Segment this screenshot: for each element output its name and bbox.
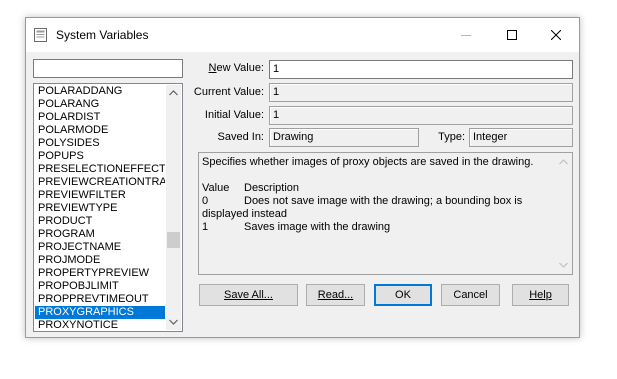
initial-value-field: 1	[269, 106, 573, 125]
scroll-down-button[interactable]	[166, 314, 181, 330]
maximize-icon	[507, 30, 517, 40]
list-item[interactable]: PROJMODE	[35, 254, 165, 267]
read-button[interactable]: Read...	[306, 284, 365, 306]
ok-label: OK	[395, 289, 411, 301]
description-text: Specifies whether images of proxy object…	[202, 156, 552, 234]
saved-in-label: Saved In:	[217, 131, 264, 143]
scroll-up-button[interactable]	[166, 85, 181, 101]
chevron-down-icon	[169, 319, 178, 325]
description-row0-continued: displayed instead	[202, 208, 288, 220]
list-item[interactable]: POLARMODE	[35, 124, 165, 137]
type-label: Type:	[438, 131, 465, 143]
read-label: Read...	[317, 289, 354, 301]
description-row0-desc: Does not save image with the drawing; a …	[244, 195, 523, 207]
list-item[interactable]: PRODUCT	[35, 215, 165, 228]
list-item[interactable]: POLARDIST	[35, 111, 165, 124]
current-value-label: Current Value:	[193, 86, 264, 98]
list-item[interactable]: PROPERTYPREVIEW	[35, 267, 165, 280]
title-bar: System Variables	[26, 18, 579, 52]
list-item[interactable]: PROPPREVTIMEOUT	[35, 293, 165, 306]
close-icon	[551, 30, 561, 40]
type-field: Integer	[469, 128, 573, 147]
list-item[interactable]: PROJECTNAME	[35, 241, 165, 254]
close-button[interactable]	[533, 18, 579, 52]
window-title: System Variables	[56, 28, 149, 42]
save-all-label: Save All...	[224, 289, 273, 301]
filter-input[interactable]	[33, 59, 183, 78]
list-item[interactable]: PROXYGRAPHICS	[35, 306, 165, 319]
system-variables-dialog: System Variables POLARADDANG POLARANG POLA…	[25, 17, 580, 338]
chevron-down-icon	[559, 262, 568, 268]
description-row1-desc: Saves image with the drawing	[244, 221, 391, 233]
cancel-button[interactable]: Cancel	[441, 284, 500, 306]
chevron-up-icon	[169, 90, 178, 96]
variable-list-scrollbar[interactable]	[166, 85, 181, 330]
list-item[interactable]: POLARADDANG	[35, 85, 165, 98]
saved-in-field: Drawing	[269, 128, 419, 147]
description-row0-value: 0	[202, 195, 209, 207]
save-all-button[interactable]: Save All...	[199, 284, 298, 306]
variable-list[interactable]: POLARADDANG POLARANG POLARDIST POLARMODE POL…	[33, 83, 183, 332]
list-item[interactable]: PROPOBJLIMIT	[35, 280, 165, 293]
list-item[interactable]: POLYSIDES	[35, 137, 165, 150]
description-box[interactable]: Specifies whether images of proxy object…	[198, 152, 573, 275]
list-item[interactable]: PROXYNOTICE	[35, 319, 165, 331]
maximize-button[interactable]	[489, 18, 535, 52]
new-value-input[interactable]: 1	[269, 60, 573, 79]
app-icon	[34, 28, 47, 42]
help-label: Help	[529, 289, 552, 301]
minimize-icon	[461, 35, 471, 36]
description-header-value: Value	[202, 182, 230, 194]
scroll-thumb[interactable]	[167, 232, 180, 248]
help-button[interactable]: Help	[512, 284, 569, 306]
description-header-desc: Description	[244, 182, 300, 194]
variable-list-items: POLARADDANG POLARANG POLARDIST POLARMODE POL…	[35, 85, 165, 331]
chevron-up-icon	[559, 159, 568, 165]
current-value-field: 1	[269, 83, 573, 102]
description-summary: Specifies whether images of proxy object…	[202, 156, 534, 168]
list-item[interactable]: PREVIEWCREATIONTRA	[35, 176, 165, 189]
cancel-label: Cancel	[453, 289, 488, 301]
list-item[interactable]: PREVIEWTYPE	[35, 202, 165, 215]
minimize-button[interactable]	[443, 18, 489, 52]
list-item[interactable]: POPUPS	[35, 150, 165, 163]
initial-value-label: Initial Value:	[204, 109, 264, 121]
new-value-label: New Value:	[208, 62, 264, 74]
list-item[interactable]: PREVIEWFILTER	[35, 189, 165, 202]
list-item[interactable]: POLARANG	[35, 98, 165, 111]
description-scrollbar[interactable]	[556, 154, 571, 273]
description-row1-value: 1	[202, 221, 209, 233]
list-item[interactable]: PROGRAM	[35, 228, 165, 241]
list-item[interactable]: PRESELECTIONEFFECT	[35, 163, 165, 176]
ok-button[interactable]: OK	[374, 284, 432, 306]
